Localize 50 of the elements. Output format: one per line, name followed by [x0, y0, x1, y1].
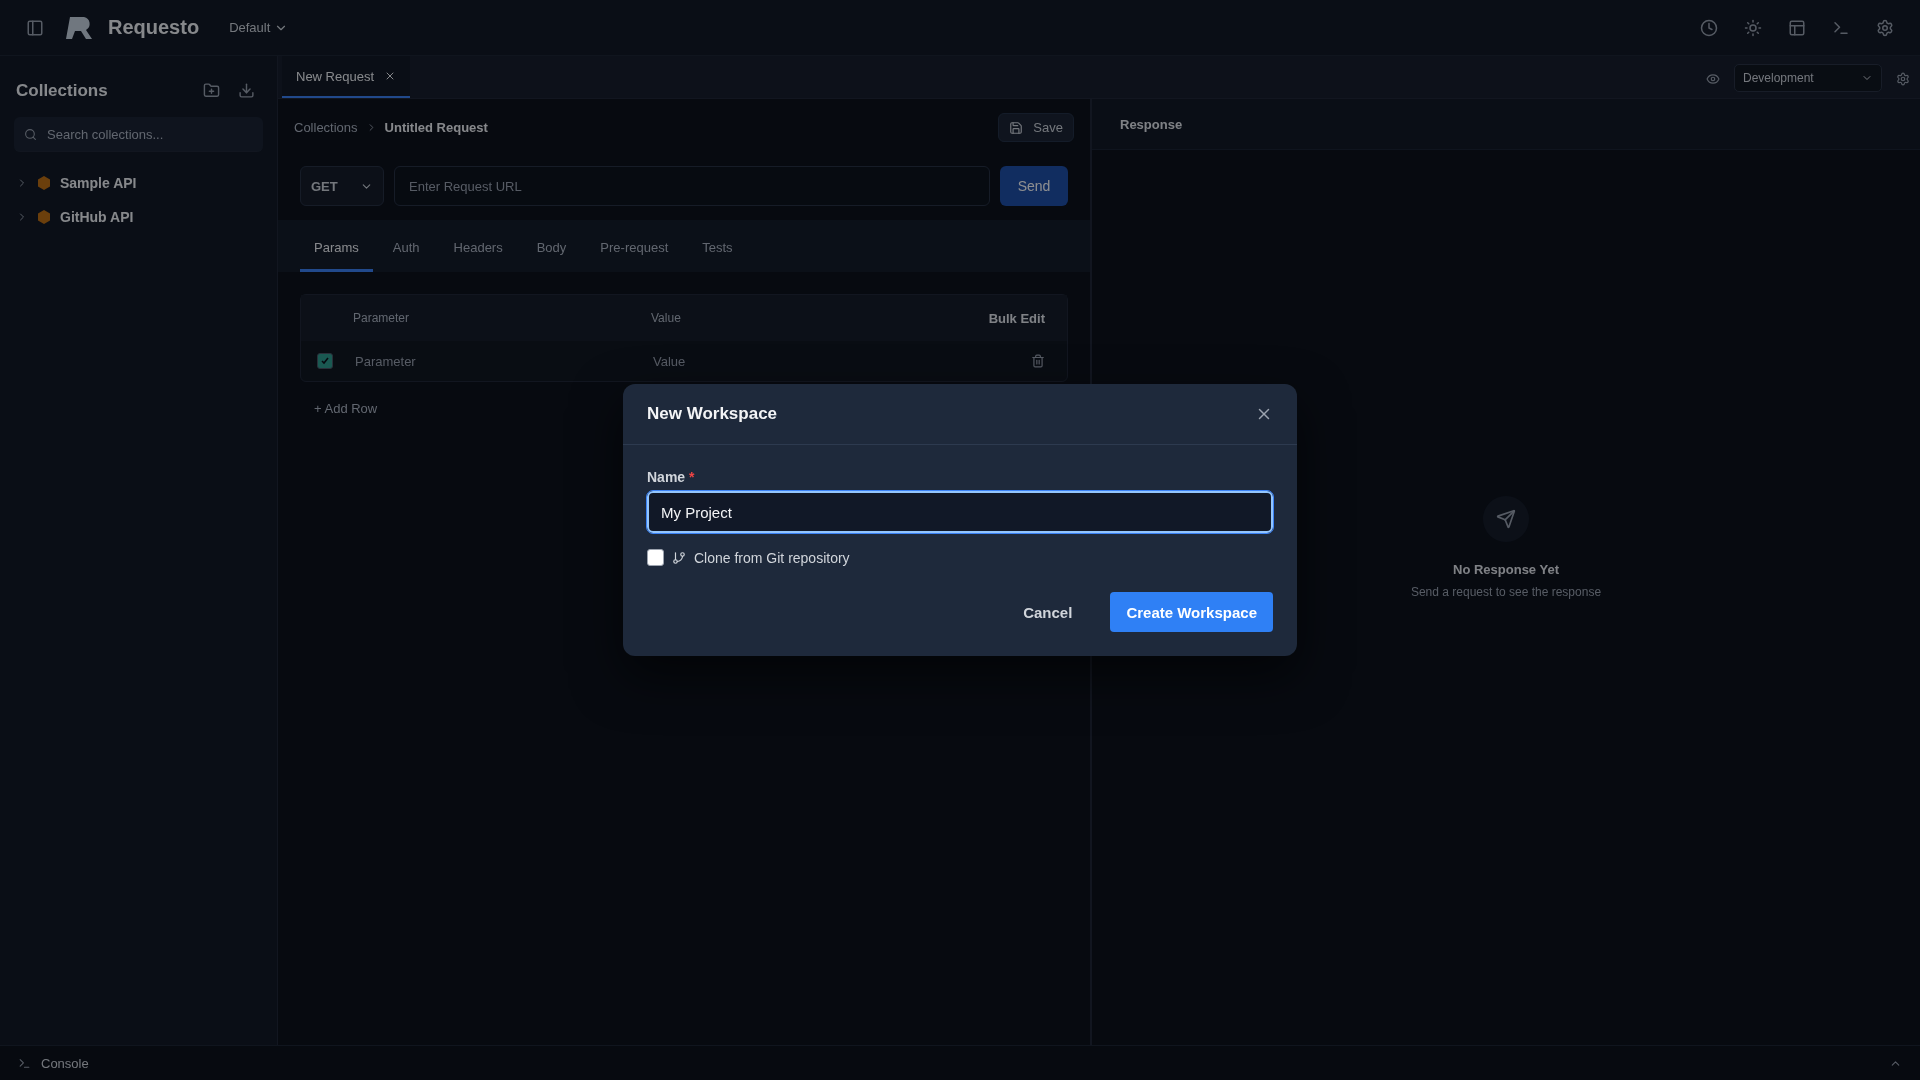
request-section-tab[interactable]: Pre-request [586, 228, 683, 272]
bulk-edit-link[interactable]: Bulk Edit [988, 310, 1045, 326]
search-field[interactable]: Search collections... [14, 117, 263, 152]
breadcrumb-item: Untitled Request [384, 120, 488, 135]
value-field[interactable]: Value [651, 352, 1031, 370]
package-icon [36, 209, 52, 225]
parameter-field[interactable]: Parameter [353, 352, 651, 370]
search-icon [24, 127, 37, 141]
request-tab[interactable]: New Request [282, 56, 411, 98]
cancel-button[interactable]: Cancel [1007, 592, 1089, 632]
console-toggle[interactable]: Console [41, 1055, 89, 1071]
workspace-dropdown[interactable]: Default [223, 19, 295, 36]
collection-item[interactable]: GitHub API [0, 200, 277, 234]
create-button[interactable]: Create Workspace [1110, 592, 1273, 632]
url-field[interactable]: Enter Request URL [394, 166, 990, 206]
environment-dropdown[interactable]: Development [1734, 64, 1882, 92]
request-section-tab[interactable]: Headers [439, 228, 517, 272]
app-name: Requesto [108, 16, 200, 39]
request-section-tab[interactable]: Tests [688, 228, 747, 272]
empty-title: No Response Yet [1453, 562, 1559, 577]
method-dropdown[interactable]: GET [300, 166, 384, 206]
field-label: Name * [647, 469, 696, 485]
empty-hint: Send a request to see the response [1410, 585, 1602, 599]
column-header: Value [651, 311, 682, 325]
trash-icon[interactable] [1031, 354, 1045, 368]
logo-icon [64, 14, 94, 41]
response-title: Response [1120, 116, 1183, 132]
save-button[interactable]: Save [998, 113, 1074, 142]
clone-checkbox[interactable] [647, 549, 664, 566]
search-input[interactable]: Search collections... [45, 125, 253, 143]
row-checkbox[interactable] [317, 353, 333, 369]
dialog-title: New Workspace [647, 404, 778, 424]
add-row-button[interactable]: + Add Row [308, 400, 384, 417]
request-section-tab[interactable]: Auth [378, 228, 434, 272]
check-icon [320, 356, 330, 366]
column-header: Parameter [353, 311, 411, 325]
request-section-tab[interactable]: Params [300, 228, 373, 272]
name-field[interactable]: My Project [647, 491, 1273, 533]
checkbox-label: Clone from Git repository [694, 549, 850, 566]
request-section-tab[interactable]: Body [522, 228, 581, 272]
send-button[interactable]: Send [1000, 166, 1068, 206]
save-icon [1009, 120, 1024, 135]
collection-item[interactable]: Sample API [0, 166, 277, 200]
package-icon [36, 175, 52, 191]
breadcrumb-item[interactable]: Collections [294, 120, 358, 135]
required-mark: * [689, 469, 695, 485]
terminal-icon [18, 1056, 31, 1070]
branch-icon [672, 550, 686, 565]
sidebar-title: Collections [16, 80, 109, 101]
send-icon [1483, 496, 1529, 542]
